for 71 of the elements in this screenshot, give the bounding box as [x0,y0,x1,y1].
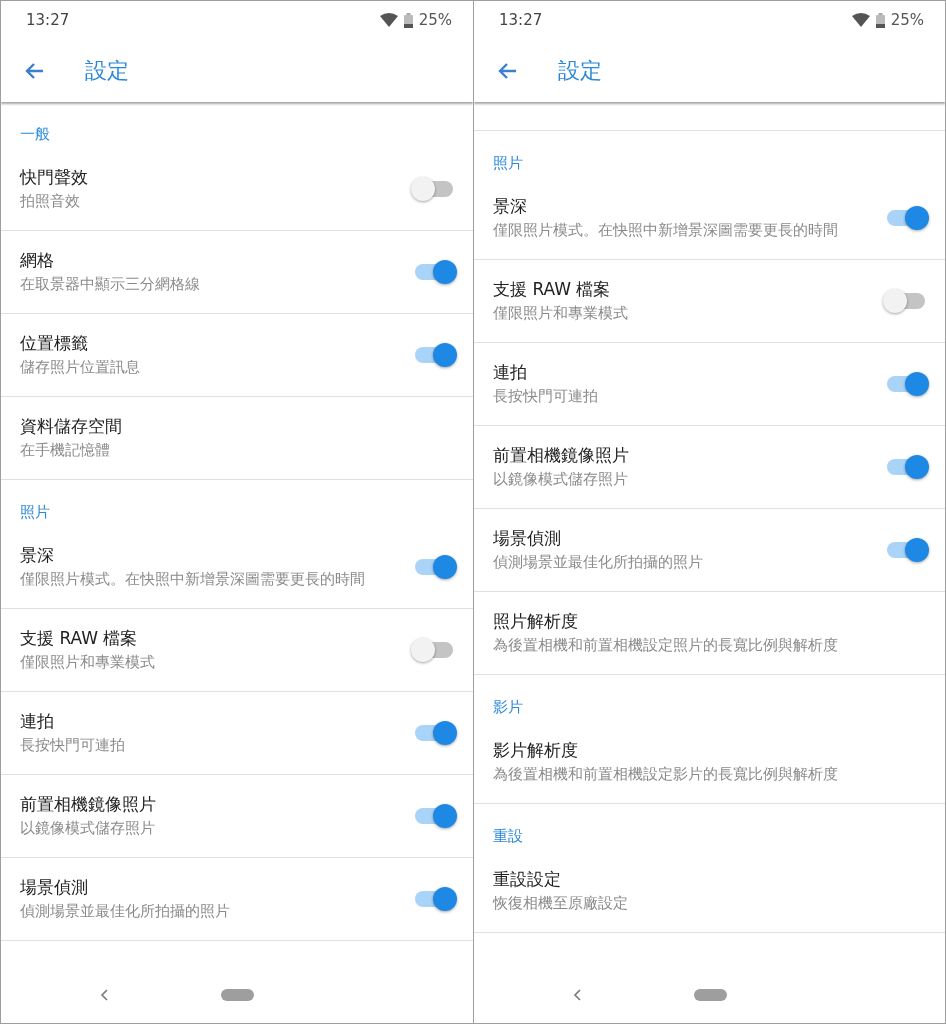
setting-description: 僅限照片模式。在快照中新增景深圖需要更長的時間 [20,569,366,590]
settings-row[interactable]: 場景偵測 偵測場景並最佳化所拍攝的照片 [1,858,473,941]
status-time: 13:27 [499,9,543,31]
section-header: 照片 [493,154,523,172]
setting-title: 網格 [20,249,55,272]
setting-description: 恢復相機至原廠設定 [493,893,629,914]
setting-title: 支援 RAW 檔案 [20,627,139,650]
screen-title: 設定 [85,57,129,85]
settings-row[interactable]: 景深 僅限照片模式。在快照中新增景深圖需要更長的時間 [1,526,473,609]
setting-title: 重設設定 [493,868,562,891]
setting-description: 為後置相機和前置相機設定照片的長寬比例與解析度 [493,635,839,656]
setting-description: 偵測場景並最佳化所拍攝的照片 [20,901,231,922]
setting-title: 位置標籤 [20,332,89,355]
settings-row[interactable]: 前置相機鏡像照片 以鏡像模式儲存照片 [474,426,945,509]
status-time: 13:27 [26,9,70,31]
wifi-icon [851,13,870,27]
setting-description: 在取景器中顯示三分網格線 [20,274,201,295]
settings-row[interactable]: 快門聲效 拍照音效 [1,148,473,231]
setting-description: 偵測場景並最佳化所拍攝的照片 [493,552,704,573]
settings-row[interactable]: 支援 RAW 檔案 僅限照片和專業模式 [474,260,945,343]
battery-percentage: 25% [418,9,452,31]
setting-title: 照片解析度 [493,610,579,633]
setting-title: 前置相機鏡像照片 [493,444,630,467]
setting-title: 快門聲效 [20,166,89,189]
battery-icon [403,12,413,28]
setting-title: 前置相機鏡像照片 [20,793,157,816]
settings-row[interactable]: 連拍 長按快門可連拍 [474,343,945,426]
chevron-left-icon [573,989,581,1001]
section-header: 重設 [493,827,523,845]
setting-description: 長按快門可連拍 [20,735,126,756]
battery-icon [875,12,885,28]
setting-description: 以鏡像模式儲存照片 [20,818,156,839]
settings-row[interactable]: 連拍 長按快門可連拍 [1,692,473,775]
setting-description: 僅限照片和專業模式 [493,303,629,324]
settings-row[interactable]: 前置相機鏡像照片 以鏡像模式儲存照片 [1,775,473,858]
setting-description: 僅限照片模式。在快照中新增景深圖需要更長的時間 [493,220,839,241]
section-header: 照片 [20,503,50,521]
settings-row[interactable]: 位置標籤 儲存照片位置訊息 [1,314,473,397]
setting-title: 連拍 [493,361,528,384]
settings-row[interactable]: 照片解析度 為後置相機和前置相機設定照片的長寬比例與解析度 [474,592,945,675]
setting-description: 以鏡像模式儲存照片 [493,469,629,490]
setting-title: 影片解析度 [493,739,579,762]
setting-description: 為後置相機和前置相機設定影片的長寬比例與解析度 [493,764,839,785]
back-arrow-icon [497,61,517,80]
settings-row[interactable]: 支援 RAW 檔案 僅限照片和專業模式 [1,609,473,692]
wifi-icon [379,13,398,27]
settings-row[interactable]: 景深 僅限照片模式。在快照中新增景深圖需要更長的時間 [474,177,945,260]
back-arrow-icon [24,61,44,80]
setting-title: 資料儲存空間 [20,415,123,438]
chevron-left-icon [100,989,108,1001]
setting-description: 長按快門可連拍 [493,386,599,407]
setting-description: 僅限照片和專業模式 [20,652,156,673]
section-header: 一般 [20,125,50,143]
home-button[interactable] [221,989,254,1001]
screen-title: 設定 [558,57,602,85]
settings-row[interactable]: 網格 在取景器中顯示三分網格線 [1,231,473,314]
settings-row[interactable]: 影片解析度 為後置相機和前置相機設定影片的長寬比例與解析度 [474,721,945,804]
home-button[interactable] [694,989,727,1001]
battery-percentage: 25% [890,9,924,31]
settings-row[interactable]: 場景偵測 偵測場景並最佳化所拍攝的照片 [474,509,945,592]
setting-description: 在手機記憶體 [20,440,111,461]
setting-title: 場景偵測 [493,527,562,550]
setting-title: 場景偵測 [20,876,89,899]
setting-title: 景深 [20,544,55,567]
settings-row[interactable]: 重設設定 恢復相機至原廠設定 [474,850,945,933]
setting-title: 連拍 [20,710,55,733]
setting-description: 拍照音效 [20,191,81,212]
section-header: 影片 [493,698,523,716]
setting-title: 景深 [493,195,528,218]
setting-description: 儲存照片位置訊息 [20,357,141,378]
setting-title: 支援 RAW 檔案 [493,278,612,301]
